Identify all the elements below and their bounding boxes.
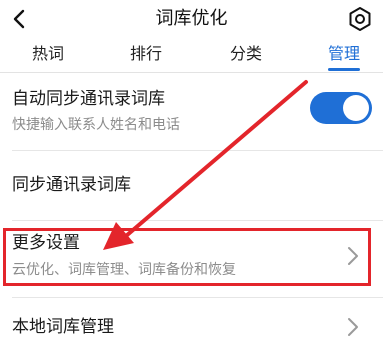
local-lexicon-title: 本地词库管理 xyxy=(12,317,114,337)
toggle-knob xyxy=(343,95,369,121)
annotation-highlight-box xyxy=(3,228,371,286)
auto-sync-row: 自动同步通讯录词库 快捷输入联系人姓名和电话 xyxy=(0,73,383,149)
chevron-right-icon xyxy=(343,315,363,339)
auto-sync-subtitle: 快捷输入联系人姓名和电话 xyxy=(12,117,180,133)
tab-manage[interactable]: 管理 xyxy=(328,43,360,65)
active-tab-indicator xyxy=(328,68,360,71)
hexagon-settings-icon[interactable] xyxy=(345,4,375,34)
sync-contacts-row[interactable]: 同步通讯录词库 xyxy=(0,151,383,219)
auto-sync-toggle[interactable] xyxy=(310,92,372,124)
tab-bar: 热词 排行 分类 管理 xyxy=(0,40,383,73)
auto-sync-title: 自动同步通讯录词库 xyxy=(12,89,165,109)
tab-category[interactable]: 分类 xyxy=(230,43,262,65)
divider xyxy=(12,220,383,221)
top-bar: 词库优化 xyxy=(0,0,383,40)
page-title: 词库优化 xyxy=(155,8,228,29)
tab-hot-words[interactable]: 热词 xyxy=(32,43,64,65)
local-lexicon-row[interactable]: 本地词库管理 xyxy=(0,298,383,349)
sync-contacts-title: 同步通讯录词库 xyxy=(12,175,131,195)
tab-ranking[interactable]: 排行 xyxy=(130,43,162,65)
